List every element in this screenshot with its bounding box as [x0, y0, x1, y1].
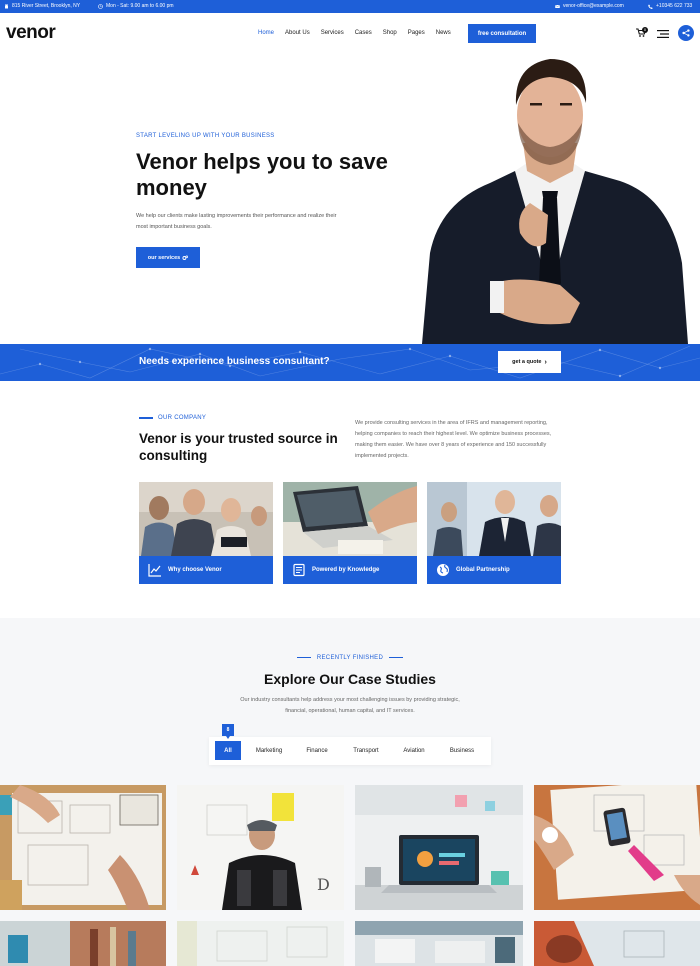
case-tile-image	[534, 785, 700, 910]
free-consultation-button[interactable]: free consultation	[468, 24, 536, 43]
address-item: 815 River Street, Brooklyn, NY	[4, 3, 80, 9]
site-header: venor Home About Us Services Cases Shop …	[0, 13, 700, 53]
email-text[interactable]: venor-office@example.com	[563, 3, 624, 9]
eyebrow-dash	[296, 656, 311, 659]
nav-item-pages[interactable]: Pages	[408, 30, 425, 36]
feature-card-label: Powered by Knowledge	[312, 567, 380, 573]
cases-description: Our industry consultants help address yo…	[240, 697, 460, 714]
our-services-button[interactable]: our services	[136, 247, 200, 268]
businessman-photo	[422, 59, 688, 344]
business-team-photo	[427, 482, 561, 556]
cases-eyebrow-text: RECENTLY FINISHED	[316, 655, 384, 661]
case-tile-image	[355, 921, 523, 966]
consultant-cta-band: Needs experience business consultant? ge…	[0, 344, 700, 381]
nav-item-services[interactable]: Services	[321, 30, 344, 36]
case-tile-image	[0, 785, 166, 910]
case-tile[interactable]	[355, 921, 523, 966]
band-headline: Needs experience business consultant?	[139, 356, 330, 367]
book-icon	[293, 563, 305, 577]
case-tile[interactable]	[0, 785, 166, 910]
feature-card-caption: Powered by Knowledge	[283, 556, 417, 584]
email-item[interactable]: venor-office@example.com	[555, 3, 624, 9]
filter-business[interactable]: Business	[441, 741, 483, 760]
svg-text:D: D	[317, 875, 330, 894]
cases-title: Explore Our Case Studies	[264, 671, 436, 687]
hero-description: We help our clients make lasting improve…	[136, 213, 337, 230]
top-info-bar: 815 River Street, Brooklyn, NY Mon - Sat…	[0, 0, 700, 13]
get-a-quote-label: get a quote	[512, 359, 542, 365]
filter-finance[interactable]: Finance	[297, 741, 337, 760]
feature-card-label: Global Partnership	[456, 567, 510, 573]
share-button[interactable]	[678, 25, 694, 41]
laptop-desk-photo	[283, 482, 417, 556]
cart-count-badge: 0	[642, 27, 648, 33]
hero-section: START LEVELING UP WITH YOUR BUSINESS Ven…	[0, 53, 700, 344]
nav-item-home[interactable]: Home	[258, 30, 274, 36]
get-a-quote-button[interactable]: get a quote ›	[498, 351, 561, 373]
hours-item: Mon - Sat: 9.00 am to 6.00 pm	[98, 3, 174, 9]
feature-card-partnership[interactable]: Global Partnership	[427, 482, 561, 584]
team-meeting-photo	[139, 482, 273, 556]
phone-text[interactable]: +10345 622 733	[656, 3, 692, 9]
hero-eyebrow: START LEVELING UP WITH YOUR BUSINESS	[136, 133, 275, 139]
case-tile-image: D	[177, 785, 344, 910]
filter-all[interactable]: All	[215, 741, 241, 760]
case-tile[interactable]	[177, 921, 344, 966]
company-eyebrow: OUR COMPANY	[139, 415, 206, 421]
nav-item-shop[interactable]: Shop	[383, 30, 397, 36]
case-tile[interactable]	[534, 785, 700, 910]
nav-item-cases[interactable]: Cases	[355, 30, 372, 36]
globe-icon	[437, 564, 449, 576]
clock-icon	[98, 3, 103, 9]
case-tile[interactable]	[0, 921, 166, 966]
share-icon	[682, 29, 690, 37]
case-filter-bar: All Marketing Finance Transport Aviation…	[209, 737, 491, 765]
case-tile-image	[0, 921, 166, 966]
company-title: Venor is your trusted source in consulti…	[139, 431, 338, 463]
feature-card-caption: Why choose Venor	[139, 556, 273, 584]
eyebrow-dash	[389, 656, 404, 659]
building-icon	[5, 4, 8, 8]
address-text: 815 River Street, Brooklyn, NY	[12, 3, 81, 9]
filter-marketing[interactable]: Marketing	[247, 741, 291, 760]
hero-title: Venor helps you to save money	[136, 149, 388, 200]
company-description: We provide consulting services in the ar…	[355, 420, 552, 459]
phone-icon	[648, 4, 653, 9]
case-tile-image	[355, 785, 523, 910]
case-tile-image	[534, 921, 700, 966]
network-pattern	[0, 345, 700, 379]
main-nav: Home About Us Services Cases Shop Pages …	[258, 30, 462, 36]
cases-eyebrow: RECENTLY FINISHED	[0, 655, 700, 661]
case-count-badge: 8	[222, 724, 234, 739]
envelope-icon	[555, 4, 560, 8]
gears-icon	[182, 255, 189, 260]
feature-card-caption: Global Partnership	[427, 556, 561, 584]
filter-transport[interactable]: Transport	[343, 741, 389, 760]
feature-card-why-choose[interactable]: Why choose Venor	[139, 482, 273, 584]
site-logo[interactable]: venor	[6, 22, 56, 44]
case-tile[interactable]: D	[177, 785, 344, 910]
feature-card-knowledge[interactable]: Powered by Knowledge	[283, 482, 417, 584]
nav-item-about-us[interactable]: About Us	[285, 30, 310, 36]
phone-item[interactable]: +10345 622 733	[648, 3, 692, 9]
feature-card-label: Why choose Venor	[168, 567, 222, 573]
case-tile[interactable]	[355, 785, 523, 910]
hamburger-menu-icon[interactable]	[657, 30, 669, 38]
chart-icon	[148, 564, 161, 577]
company-eyebrow-text: OUR COMPANY	[158, 415, 207, 421]
hours-text: Mon - Sat: 9.00 am to 6.00 pm	[106, 3, 174, 9]
eyebrow-dash	[139, 417, 153, 419]
nav-item-news[interactable]: News	[436, 30, 451, 36]
filter-aviation[interactable]: Aviation	[393, 741, 435, 760]
our-services-label: our services	[147, 254, 181, 261]
case-tile[interactable]	[534, 921, 700, 966]
chevron-right-icon: ›	[544, 358, 547, 366]
case-tile-image	[177, 921, 344, 966]
